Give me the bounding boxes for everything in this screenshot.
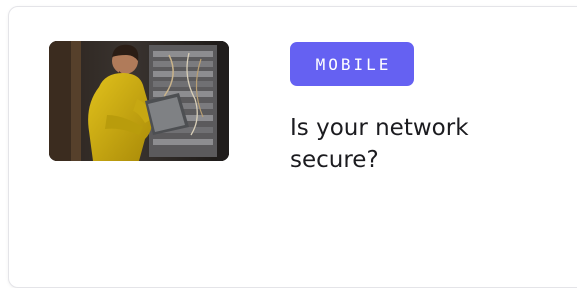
category-badge[interactable]: MOBILE [290, 42, 414, 86]
technician-server-photo-icon [49, 41, 229, 161]
article-card[interactable]: MOBILE Is your network secure? [8, 6, 577, 288]
article-thumbnail-image[interactable] [49, 41, 229, 161]
article-title[interactable]: Is your network secure? [290, 112, 550, 176]
